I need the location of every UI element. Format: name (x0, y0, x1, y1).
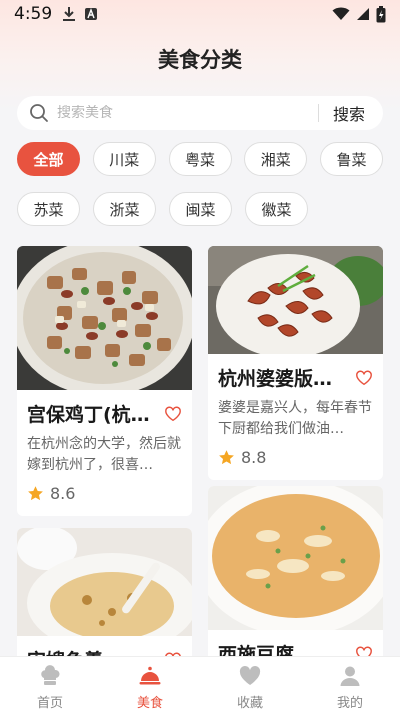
download-icon (63, 7, 76, 21)
category-filter: 全部 川菜 粤菜 湘菜 鲁菜 苏菜 浙菜 闽菜 徽菜 (17, 142, 383, 242)
tab-favorites[interactable]: 收藏 (200, 657, 300, 711)
tab-label: 我的 (336, 696, 363, 711)
cloche-icon (139, 666, 161, 685)
recipe-image (17, 528, 192, 636)
recipe-image (17, 246, 192, 390)
recipe-image (208, 486, 383, 630)
search-input[interactable] (57, 105, 318, 121)
search-bar[interactable]: 搜索 (17, 96, 383, 130)
bottom-tab-bar: 首页 美食 收藏 我的 (0, 656, 400, 711)
favorite-heart-icon[interactable] (355, 645, 373, 657)
category-chip-shandong[interactable]: 鲁菜 (320, 142, 383, 176)
recipe-title: 杭州婆婆版… (218, 368, 333, 390)
tab-profile[interactable]: 我的 (300, 657, 400, 711)
favorite-heart-icon[interactable] (164, 405, 182, 423)
category-chip-anhui[interactable]: 徽菜 (245, 192, 308, 226)
category-chip-zhejiang[interactable]: 浙菜 (93, 192, 156, 226)
favorite-heart-icon[interactable] (355, 369, 373, 387)
recipe-card[interactable]: 宫保鸡丁(杭… 在杭州念的大学，然后就嫁到杭州了，很喜… 8.6 (17, 246, 192, 516)
tab-food[interactable]: 美食 (100, 657, 200, 711)
recipe-grid: 宫保鸡丁(杭… 在杭州念的大学，然后就嫁到杭州了，很喜… 8.6 杭州婆婆版… … (0, 246, 400, 656)
search-icon (30, 104, 48, 122)
category-chip-fujian[interactable]: 闽菜 (169, 192, 232, 226)
cellular-signal-icon (357, 8, 369, 20)
recipe-image (208, 246, 383, 354)
star-icon (219, 450, 234, 465)
tab-home[interactable]: 首页 (0, 657, 100, 711)
recipe-rating: 8.8 (241, 448, 267, 467)
recipe-card[interactable]: 西施豆腐 (208, 486, 383, 656)
status-bar: 4:59 (0, 0, 400, 28)
category-chip-cantonese[interactable]: 粤菜 (168, 142, 232, 176)
recipe-card[interactable]: 宋嫂鱼羹 (17, 528, 192, 656)
category-chip-sichuan[interactable]: 川菜 (92, 142, 156, 176)
recipe-card[interactable]: 杭州婆婆版… 婆婆是嘉兴人，每年春节下厨都给我们做油… 8.8 (208, 246, 383, 480)
recipe-description: 婆婆是嘉兴人，每年春节下厨都给我们做油… (218, 400, 372, 437)
page-title: 美食分类 (158, 48, 242, 72)
wifi-icon (332, 7, 350, 20)
tab-label: 收藏 (236, 696, 263, 711)
category-chip-jiangsu[interactable]: 苏菜 (17, 192, 80, 226)
recipe-description: 在杭州念的大学，然后就嫁到杭州了，很喜… (27, 436, 181, 473)
recipe-title: 宫保鸡丁(杭… (27, 404, 150, 426)
category-chip-all[interactable]: 全部 (17, 142, 80, 176)
star-icon (28, 486, 43, 501)
recipe-title: 宋嫂鱼羹 (27, 646, 158, 656)
status-time: 4:59 (14, 4, 53, 24)
tab-label: 美食 (136, 696, 163, 711)
chef-hat-icon (41, 665, 60, 685)
tab-label: 首页 (36, 696, 63, 711)
user-icon (340, 666, 360, 686)
category-chip-hunan[interactable]: 湘菜 (244, 142, 308, 176)
recipe-title: 西施豆腐 (218, 644, 295, 656)
search-button[interactable]: 搜索 (319, 101, 383, 125)
app-notification-icon (85, 8, 98, 20)
heart-icon (239, 666, 261, 685)
battery-icon (376, 5, 386, 22)
recipe-rating: 8.6 (50, 484, 76, 503)
